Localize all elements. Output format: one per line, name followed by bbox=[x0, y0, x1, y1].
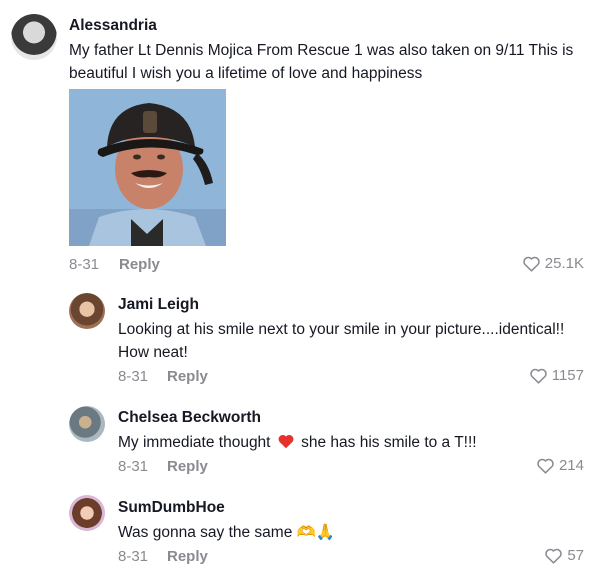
like-count: 25.1K bbox=[544, 255, 584, 272]
reply-button[interactable]: Reply bbox=[167, 548, 208, 565]
avatar-jami-leigh[interactable] bbox=[69, 293, 105, 329]
red-heart-icon bbox=[278, 435, 294, 449]
like-button[interactable]: 25.1K bbox=[522, 255, 584, 272]
reply-date: 8-31 bbox=[118, 548, 149, 565]
like-count: 214 bbox=[558, 457, 584, 474]
comment-text-line-2: beautiful I wish you a lifetime of love … bbox=[69, 65, 423, 82]
like-button[interactable]: 214 bbox=[536, 457, 584, 474]
reply-button[interactable]: Reply bbox=[119, 256, 160, 273]
comment-date: 8-31 bbox=[69, 256, 100, 273]
reply-text: Was gonna say the same 🫶🙏 bbox=[118, 524, 336, 541]
avatar-chelsea-beckworth[interactable] bbox=[69, 406, 105, 442]
reply-author[interactable]: Chelsea Beckworth bbox=[118, 409, 261, 427]
reply-text: My immediate thought she has his smile t… bbox=[118, 431, 477, 454]
like-count: 57 bbox=[567, 547, 584, 564]
heart-outline-icon bbox=[523, 256, 540, 272]
reply-text-line-2: How neat! bbox=[118, 344, 188, 361]
comment-text-line-1: My father Lt Dennis Mojica From Rescue 1… bbox=[69, 42, 574, 59]
avatar-sumdumbhoe[interactable] bbox=[69, 495, 105, 531]
like-count: 1157 bbox=[551, 367, 584, 384]
firefighter-photo bbox=[69, 89, 226, 246]
comment-author[interactable]: Alessandria bbox=[69, 17, 157, 35]
comment-photo[interactable] bbox=[69, 89, 226, 246]
reply-date: 8-31 bbox=[118, 368, 149, 385]
like-button[interactable]: 57 bbox=[544, 547, 584, 564]
reply-author[interactable]: SumDumbHoe bbox=[118, 499, 225, 517]
reply-author[interactable]: Jami Leigh bbox=[118, 296, 199, 314]
like-button[interactable]: 1157 bbox=[529, 367, 584, 384]
reply-text-line-1: Looking at his smile next to your smile … bbox=[118, 321, 565, 338]
reply-button[interactable]: Reply bbox=[167, 458, 208, 475]
reply-text-after-emoji: she has his smile to a T!!! bbox=[301, 434, 477, 451]
reply-text-before-emoji: My immediate thought bbox=[118, 434, 271, 451]
reply-button[interactable]: Reply bbox=[167, 368, 208, 385]
heart-outline-icon bbox=[537, 458, 554, 474]
heart-outline-icon bbox=[545, 548, 563, 564]
reply-date: 8-31 bbox=[118, 458, 149, 475]
heart-outline-icon bbox=[529, 368, 547, 384]
avatar-alessandria[interactable] bbox=[11, 14, 57, 60]
